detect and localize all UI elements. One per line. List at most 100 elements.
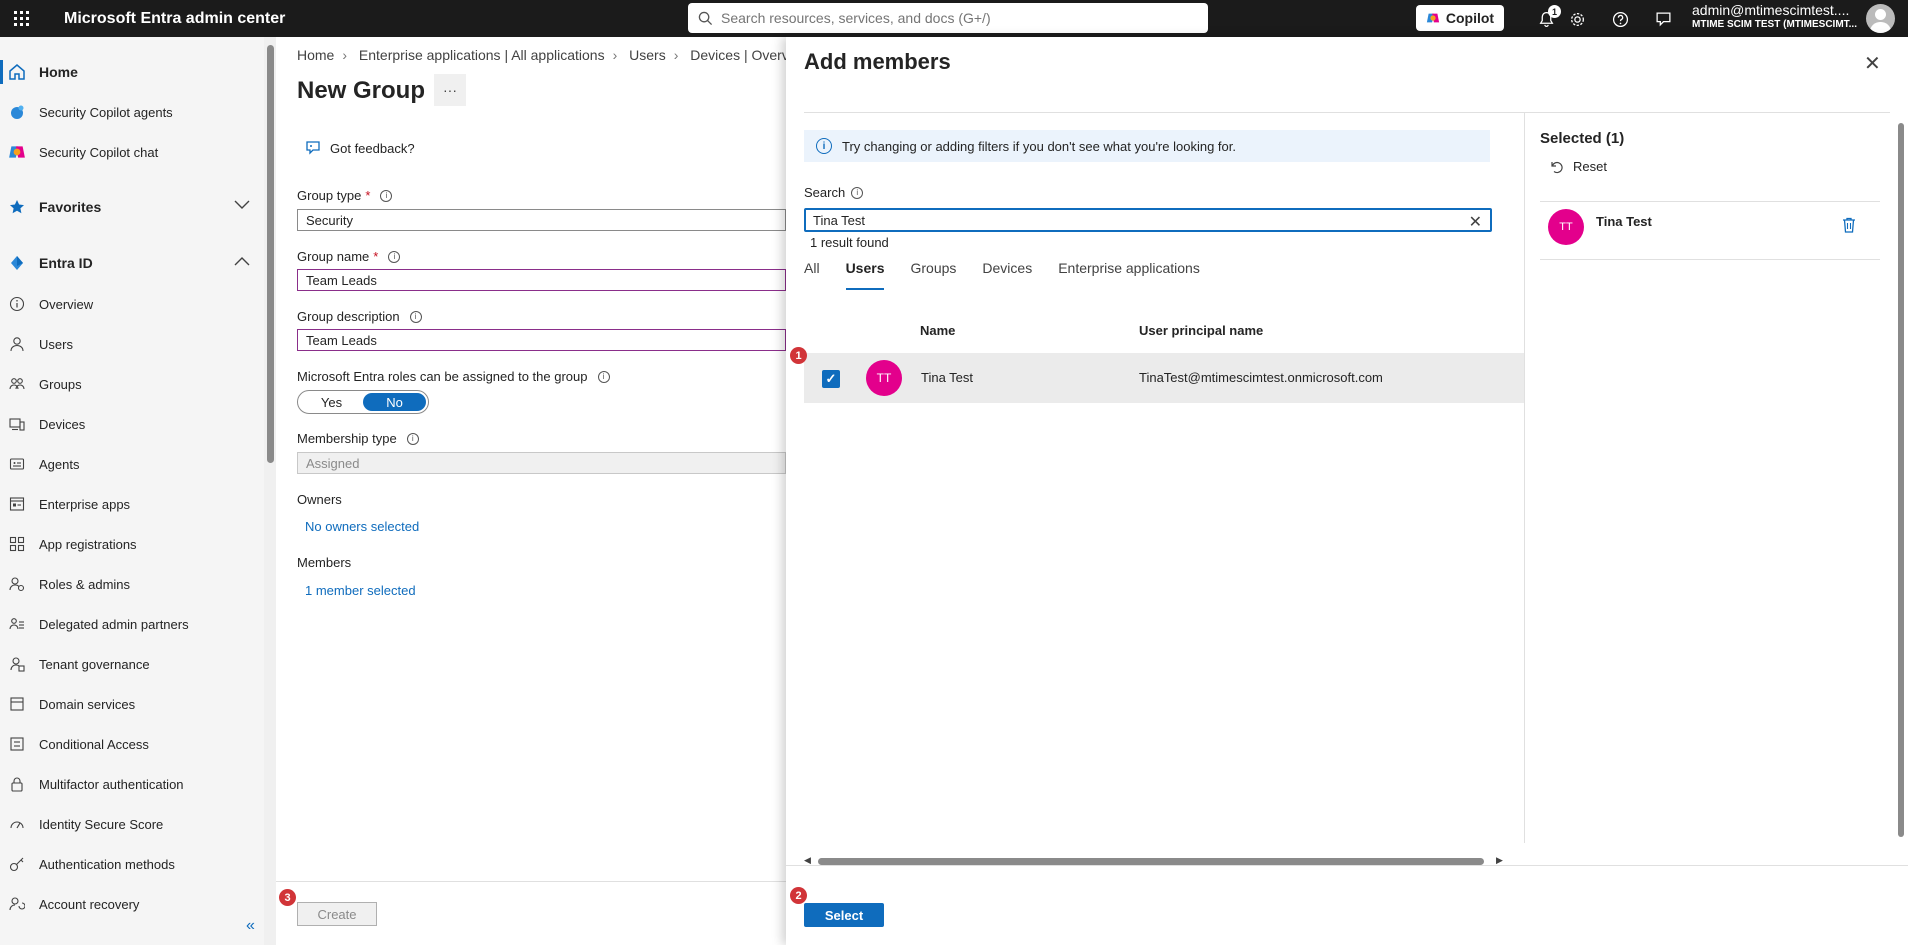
sidebar-item-label: Account recovery (39, 896, 140, 912)
tab-devices[interactable]: Devices (982, 260, 1032, 290)
feedback-label: Got feedback? (330, 140, 415, 156)
devices-icon (8, 415, 26, 433)
close-icon[interactable]: ✕ (1864, 51, 1881, 76)
app-title[interactable]: Microsoft Entra admin center (64, 10, 285, 28)
column-header-upn[interactable]: User principal name (1139, 323, 1263, 338)
more-options-button[interactable]: ··· (434, 74, 466, 106)
select-button[interactable]: Select (804, 903, 884, 927)
sidebar-item-agents[interactable]: Agents (0, 446, 262, 482)
collapse-sidebar-icon[interactable]: « (246, 917, 255, 935)
conditional-access-icon (8, 735, 26, 753)
sidebar-item-favorites[interactable]: Favorites (0, 189, 262, 225)
sidebar-item-tenant-governance[interactable]: Tenant governance (0, 646, 262, 682)
member-search-box[interactable]: ✕ (804, 208, 1492, 232)
help-button[interactable] (1607, 6, 1633, 32)
sidebar-item-devices[interactable]: Devices (0, 406, 262, 442)
star-icon (8, 198, 26, 216)
info-icon: i (816, 138, 832, 154)
breadcrumb-users[interactable]: Users (629, 47, 666, 63)
roles-assignable-toggle[interactable]: Yes No (297, 390, 429, 414)
sidebar-item-label: Agents (39, 456, 80, 472)
breadcrumb: Home › Enterprise applications | All appl… (297, 47, 800, 63)
sidebar-item-overview[interactable]: Overview (0, 286, 262, 322)
account-info[interactable]: admin@mtimescimtest.... MTIME SCIM TEST … (1692, 3, 1857, 30)
sidebar-item-home[interactable]: Home (0, 54, 262, 90)
sidebar-item-authentication-methods[interactable]: Authentication methods (0, 846, 262, 882)
sidebar-item-delegated-admin-partners[interactable]: Delegated admin partners (0, 606, 262, 642)
sidebar-item-label: Conditional Access (39, 736, 149, 752)
enterprise-apps-icon (8, 495, 26, 513)
sidebar-item-security-copilot-agents[interactable]: Security Copilot agents (0, 94, 262, 130)
row-checkbox[interactable]: ✓ (822, 370, 840, 388)
sidebar-item-label: Enterprise apps (39, 496, 131, 512)
tab-users[interactable]: Users (845, 260, 884, 290)
vertical-scrollbar[interactable] (1896, 105, 1906, 865)
sidebar-scrollbar[interactable] (264, 37, 276, 945)
sidebar-item-entra-id[interactable]: Entra ID (0, 245, 262, 281)
sidebar-item-label: Security Copilot agents (39, 104, 173, 120)
feedback-link[interactable]: Got feedback? (304, 139, 415, 157)
step-badge-2: 2 (790, 887, 807, 904)
sidebar-item-enterprise-apps[interactable]: Enterprise apps (0, 486, 262, 522)
tab-all[interactable]: All (804, 260, 820, 290)
toggle-yes[interactable]: Yes (300, 393, 363, 411)
member-search-input[interactable] (813, 212, 1453, 228)
breadcrumb-enterprise-apps[interactable]: Enterprise applications | All applicatio… (359, 47, 605, 63)
sidebar-item-label: App registrations (39, 536, 137, 552)
table-row[interactable]: ✓ TT Tina Test TinaTest@mtimescimtest.on… (804, 353, 1524, 403)
waffle-icon (13, 11, 29, 26)
global-search-input[interactable] (721, 10, 1191, 26)
sidebar-item-label: Roles & admins (39, 576, 131, 592)
tab-enterprise-applications[interactable]: Enterprise applications (1058, 260, 1200, 290)
sidebar-item-roles-admins[interactable]: Roles & admins (0, 566, 262, 602)
info-icon: i (388, 250, 401, 263)
user-icon (8, 335, 26, 353)
group-type-select[interactable]: Security (297, 209, 786, 231)
mfa-icon (8, 775, 26, 793)
breadcrumb-home[interactable]: Home (297, 47, 334, 63)
row-name: Tina Test (921, 370, 974, 385)
copilot-button[interactable]: Copilot (1416, 5, 1504, 31)
group-description-field[interactable]: Team Leads (297, 329, 786, 351)
group-name-label: Group name * i (297, 249, 401, 264)
create-button: Create (297, 902, 377, 926)
reset-button[interactable]: Reset (1549, 159, 1607, 174)
step-badge-3: 3 (279, 889, 296, 906)
sidebar-item-label: Entra ID (39, 255, 93, 271)
members-label: Members (297, 555, 352, 570)
search-label: Search i (804, 185, 864, 200)
sidebar-item-account-recovery[interactable]: Account recovery (0, 886, 262, 922)
trash-icon[interactable] (1842, 217, 1856, 236)
roles-assignable-label: Microsoft Entra roles can be assigned to… (297, 369, 610, 384)
sidebar-item-domain-services[interactable]: Domain services (0, 686, 262, 722)
toggle-no[interactable]: No (363, 393, 426, 411)
sidebar-item-conditional-access[interactable]: Conditional Access (0, 726, 262, 762)
members-link[interactable]: 1 member selected (305, 583, 416, 598)
sidebar-item-app-registrations[interactable]: App registrations (0, 526, 262, 562)
feedback-button[interactable] (1650, 6, 1676, 32)
sidebar-item-label: Devices (39, 416, 86, 432)
sidebar-item-security-copilot-chat[interactable]: Security Copilot chat (0, 134, 262, 170)
help-icon (1612, 11, 1628, 27)
avatar: TT (1548, 209, 1584, 245)
sidebar-item-label: Users (39, 336, 73, 352)
global-search[interactable] (688, 3, 1208, 33)
tab-groups[interactable]: Groups (910, 260, 956, 290)
group-name-field[interactable]: Team Leads (297, 269, 786, 291)
settings-button[interactable] (1564, 6, 1590, 32)
sidebar-item-users[interactable]: Users (0, 326, 262, 362)
notifications-button[interactable]: 1 (1533, 5, 1561, 32)
reset-label: Reset (1573, 159, 1607, 174)
owners-link[interactable]: No owners selected (305, 519, 419, 534)
breadcrumb-devices[interactable]: Devices | Overvie (690, 47, 799, 63)
info-icon (8, 295, 26, 313)
column-header-name[interactable]: Name (920, 323, 955, 338)
sidebar-item-groups[interactable]: Groups (0, 366, 262, 402)
sidebar-item-identity-secure-score[interactable]: Identity Secure Score (0, 806, 262, 842)
account-avatar[interactable] (1866, 4, 1895, 33)
sidebar-item-mfa[interactable]: Multifactor authentication (0, 766, 262, 802)
clear-search-icon[interactable]: ✕ (1469, 212, 1482, 232)
sidebar-item-label: Delegated admin partners (39, 616, 189, 632)
app-launcher-button[interactable] (0, 0, 42, 37)
info-banner-text: Try changing or adding filters if you do… (842, 138, 1236, 154)
